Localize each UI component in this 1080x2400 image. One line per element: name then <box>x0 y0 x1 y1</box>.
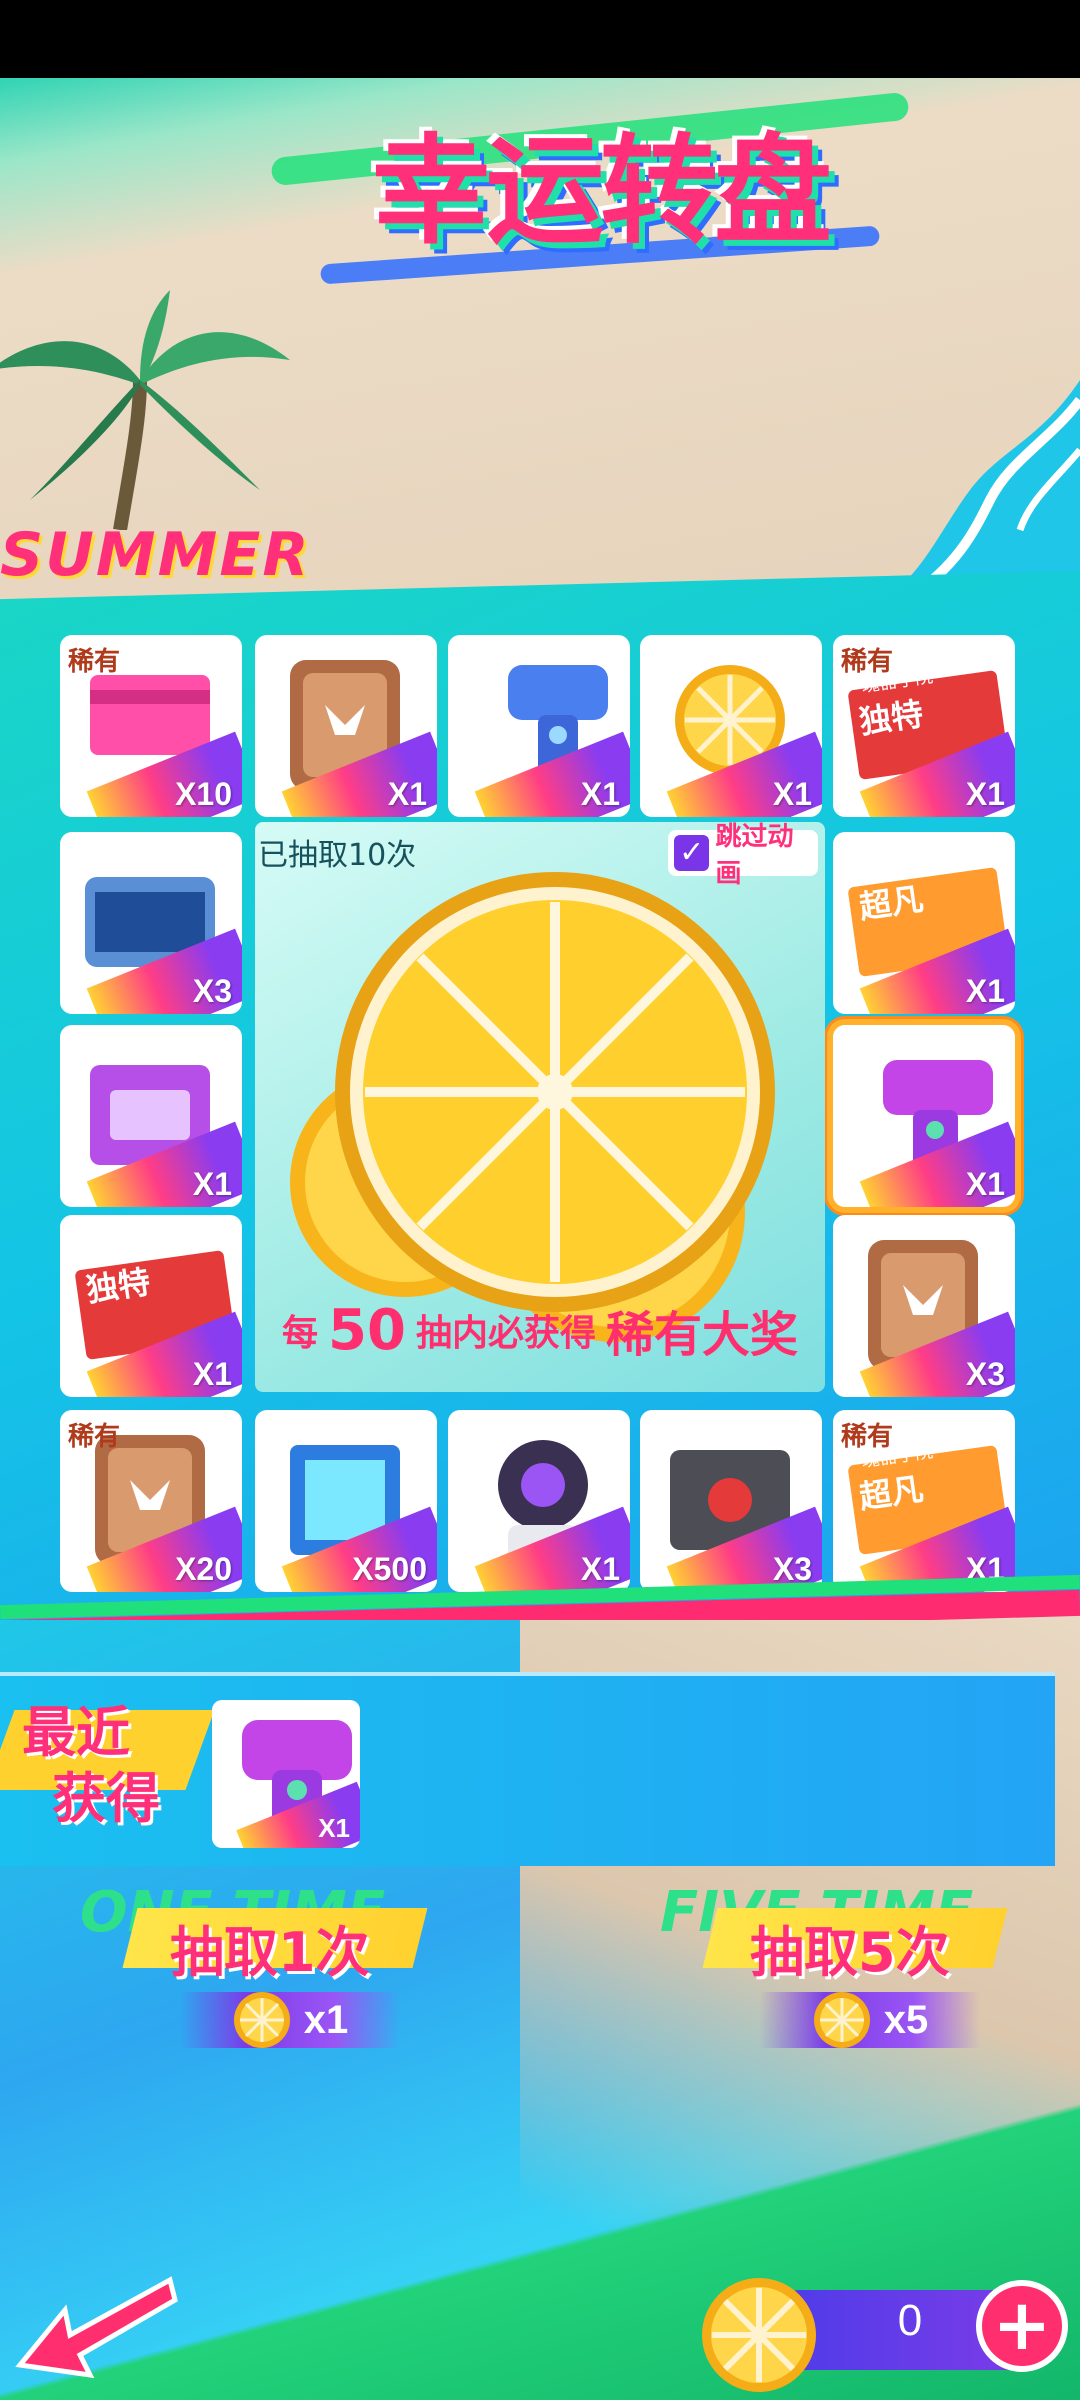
rarity-tag: 稀有 <box>68 647 121 677</box>
prize-cell[interactable]: X500 <box>255 1410 437 1592</box>
back-arrow-icon[interactable] <box>10 2270 180 2380</box>
prize-cell[interactable]: 稀有 瑰器学院 独特 X1 <box>833 635 1015 817</box>
prize-cell[interactable]: X3 <box>833 1215 1015 1397</box>
recent-item-qty: X1 <box>318 1813 350 1843</box>
status-bar <box>0 0 1080 78</box>
lemon-coin-icon <box>702 2278 816 2392</box>
prize-cell[interactable]: X1 <box>640 635 822 817</box>
palm-tree-icon <box>0 290 290 530</box>
prize-cell[interactable]: X1 <box>833 1025 1015 1207</box>
draw-five-cost: x5 <box>760 1992 980 2048</box>
draw-once-cost: x1 <box>180 1992 400 2048</box>
lemon-coin-icon <box>813 1992 870 2048</box>
draw-count-text: 已抽取10次 <box>258 838 417 873</box>
balance-value: 0 <box>897 2296 923 2345</box>
prize-qty: X1 <box>965 973 1005 1009</box>
ticket-label: 超凡 <box>856 1469 926 1517</box>
prize-qty: X3 <box>965 1356 1005 1392</box>
rarity-tag: 稀有 <box>68 1422 121 1452</box>
skip-animation-toggle[interactable]: ✓ 跳过动画 <box>668 822 818 889</box>
prize-cell[interactable]: 瑰器学院 独特 X1 <box>60 1215 242 1397</box>
prize-qty: X500 <box>352 1551 427 1587</box>
guarantee-text: 每 50 抽内必获得 稀有大奖 <box>282 1297 798 1364</box>
skip-animation-label: 跳过动画 <box>715 822 794 889</box>
prize-qty: X20 <box>175 1551 232 1587</box>
prize-qty: X1 <box>580 1551 620 1587</box>
ticket-label: 独特 <box>83 1262 153 1310</box>
prize-qty: X1 <box>772 776 812 812</box>
prize-cell[interactable]: 瑰器学院 超凡 X1 <box>833 832 1015 1014</box>
checkbox-checked-icon[interactable]: ✓ <box>674 835 710 871</box>
prize-cell[interactable]: X3 <box>640 1410 822 1592</box>
prize-qty: X1 <box>965 776 1005 812</box>
recent-rewards-title: 最近 获得 <box>22 1701 160 1830</box>
prize-cell[interactable]: X1 <box>448 635 630 817</box>
draw-five-button[interactable]: FIVE TIME 抽取5次 x5 <box>660 1880 1008 2060</box>
draw-once-button[interactable]: ONE TIME 抽取1次 x1 <box>80 1880 428 2060</box>
recent-item[interactable]: X1 <box>212 1700 360 1848</box>
prize-qty: X1 <box>965 1166 1005 1202</box>
lemon-coin-icon <box>233 1992 290 2048</box>
prize-qty: X1 <box>192 1166 232 1202</box>
prize-qty: X10 <box>175 776 232 812</box>
ticket-label: 超凡 <box>856 879 926 927</box>
prize-cell[interactable]: 稀有 X10 <box>60 635 242 817</box>
wave-icon <box>880 380 1080 600</box>
summer-banner-text: SUMMER <box>0 520 311 590</box>
prize-qty: X1 <box>580 776 620 812</box>
prize-cell[interactable]: 稀有 瑰器学院 超凡 X1 <box>833 1410 1015 1592</box>
add-currency-button[interactable]: + <box>976 2280 1068 2372</box>
prize-qty: X1 <box>387 776 427 812</box>
prize-cell[interactable]: X1 <box>448 1410 630 1592</box>
title-banner: 幸运转盘 <box>250 85 940 305</box>
prize-cell[interactable]: X1 <box>255 635 437 817</box>
page-title: 幸运转盘 <box>371 121 832 260</box>
prize-qty: X3 <box>192 973 232 1009</box>
prize-qty: X1 <box>192 1356 232 1392</box>
prize-cell[interactable]: 稀有 X20 <box>60 1410 242 1592</box>
ticket-label: 独特 <box>856 694 926 742</box>
prize-cell[interactable]: X3 <box>60 832 242 1014</box>
prize-cell[interactable]: X1 <box>60 1025 242 1207</box>
